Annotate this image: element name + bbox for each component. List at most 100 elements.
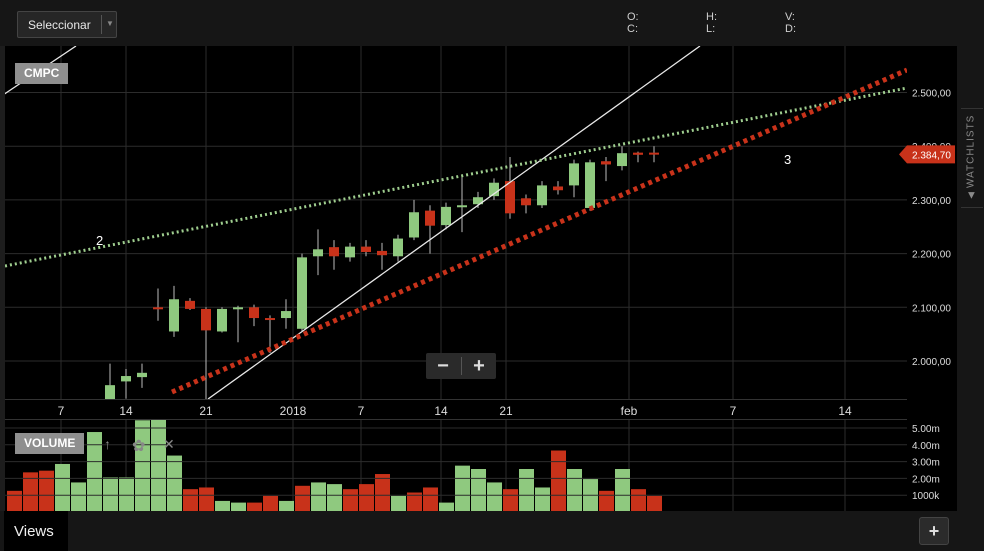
- candle-body: [505, 181, 515, 214]
- candle-body: [265, 318, 275, 321]
- volume-bar: [295, 485, 310, 511]
- x-tick-label: 7: [358, 404, 365, 418]
- volume-bar: [7, 490, 22, 511]
- y-tick-label: 2.300,00: [912, 196, 951, 207]
- candle-body: [521, 198, 531, 206]
- volume-bar: [247, 502, 262, 511]
- arrow-up-icon[interactable]: ↑: [104, 436, 111, 452]
- volume-bar: [263, 495, 278, 511]
- volume-bar: [183, 489, 198, 511]
- candle-body: [409, 212, 419, 238]
- volume-bar: [471, 469, 486, 511]
- x-tick-label: 14: [838, 404, 852, 418]
- bottom-bar: [0, 511, 984, 551]
- x-tick-label: 14: [119, 404, 133, 418]
- candle-body: [281, 311, 291, 319]
- zoom-in-button[interactable]: +: [462, 353, 496, 379]
- x-tick-label: 2018: [280, 404, 307, 418]
- volume-bar: [39, 470, 54, 511]
- candle-body: [233, 307, 243, 310]
- chart-svg: 2.500,002.400,002.300,002.200,002.100,00…: [5, 46, 955, 511]
- volume-bar: [487, 482, 502, 511]
- volume-tick-label: 4.00m: [912, 441, 940, 452]
- volume-bar: [71, 482, 86, 511]
- volume-tick-label: 2.00m: [912, 474, 940, 485]
- candle-body: [553, 186, 563, 191]
- candle-body: [153, 307, 163, 310]
- symbol-label: CMPC: [15, 63, 69, 84]
- candle-body: [617, 153, 627, 167]
- volume-bar: [343, 489, 358, 511]
- trend-line-main[interactable]: [207, 46, 701, 399]
- trend-lines-group: [5, 46, 907, 399]
- volume-bar: [231, 502, 246, 511]
- annotation-3: 3: [784, 152, 791, 167]
- volume-bar: [327, 484, 342, 511]
- gear-icon[interactable]: ✿: [132, 436, 145, 456]
- candle-body: [201, 308, 211, 331]
- candle-body: [537, 185, 547, 206]
- volume-tick-label: 5.00m: [912, 424, 940, 435]
- x-tick-label: 14: [434, 404, 448, 418]
- candle-body: [169, 299, 179, 332]
- volume-bar: [423, 487, 438, 511]
- candle-body: [457, 205, 467, 208]
- volume-bar: [519, 469, 534, 511]
- volume-bars-group: [7, 420, 662, 511]
- zoom-controls: − +: [426, 353, 496, 379]
- candle-body: [313, 249, 323, 257]
- close-icon[interactable]: ✕: [163, 436, 175, 453]
- volume-bar: [391, 495, 406, 511]
- candles-group: [105, 146, 659, 399]
- candle-body: [185, 300, 195, 309]
- candle-body: [425, 210, 435, 226]
- views-label: Views: [14, 523, 54, 540]
- y-tick-label: 2.100,00: [912, 303, 951, 314]
- y-tick-label: 2.500,00: [912, 89, 951, 100]
- volume-bar: [647, 495, 662, 511]
- add-view-button[interactable]: +: [919, 517, 949, 545]
- candle-body: [585, 162, 595, 208]
- candle-body: [105, 385, 115, 399]
- volume-bar: [599, 490, 614, 511]
- volume-bar: [55, 463, 70, 511]
- candle-body: [137, 372, 147, 378]
- zoom-out-button[interactable]: −: [426, 353, 460, 379]
- candle-body: [633, 152, 643, 155]
- volume-bar: [551, 450, 566, 511]
- volume-bar: [87, 432, 102, 511]
- volume-bar: [439, 502, 454, 511]
- candle-body: [441, 206, 451, 226]
- watchlists-tab[interactable]: ◀ WATCHLISTS: [961, 108, 983, 208]
- volume-bar: [151, 420, 166, 511]
- candle-body: [361, 246, 371, 252]
- volume-bar: [535, 487, 550, 511]
- candle-body: [569, 163, 579, 186]
- volume-bar: [103, 477, 118, 511]
- y-tick-label: 2.000,00: [912, 357, 951, 368]
- candle-body: [601, 161, 611, 165]
- volume-bar: [311, 482, 326, 511]
- volume-label: VOLUME: [15, 433, 85, 454]
- candle-body: [393, 238, 403, 257]
- candle-body: [217, 308, 227, 332]
- candle-body: [377, 250, 387, 256]
- annotation-2: 2: [96, 233, 103, 248]
- resistance-line[interactable]: [5, 86, 907, 268]
- volume-bar: [455, 465, 470, 511]
- candle-body: [345, 246, 355, 258]
- x-tick-label: 7: [58, 404, 65, 418]
- x-tick-label: 7: [730, 404, 737, 418]
- views-tab[interactable]: Views: [4, 511, 68, 551]
- volume-bar: [199, 487, 214, 511]
- volume-bar: [167, 455, 182, 511]
- last-price-label: 2.384,70: [912, 150, 951, 161]
- watchlists-label: ◀ WATCHLISTS: [965, 114, 977, 199]
- candle-body: [121, 376, 131, 382]
- candle-body: [649, 152, 659, 155]
- support-line[interactable]: [170, 67, 907, 395]
- volume-bar: [279, 500, 294, 511]
- volume-bar: [503, 489, 518, 511]
- candle-body: [249, 307, 259, 319]
- x-tick-label: feb: [621, 404, 638, 418]
